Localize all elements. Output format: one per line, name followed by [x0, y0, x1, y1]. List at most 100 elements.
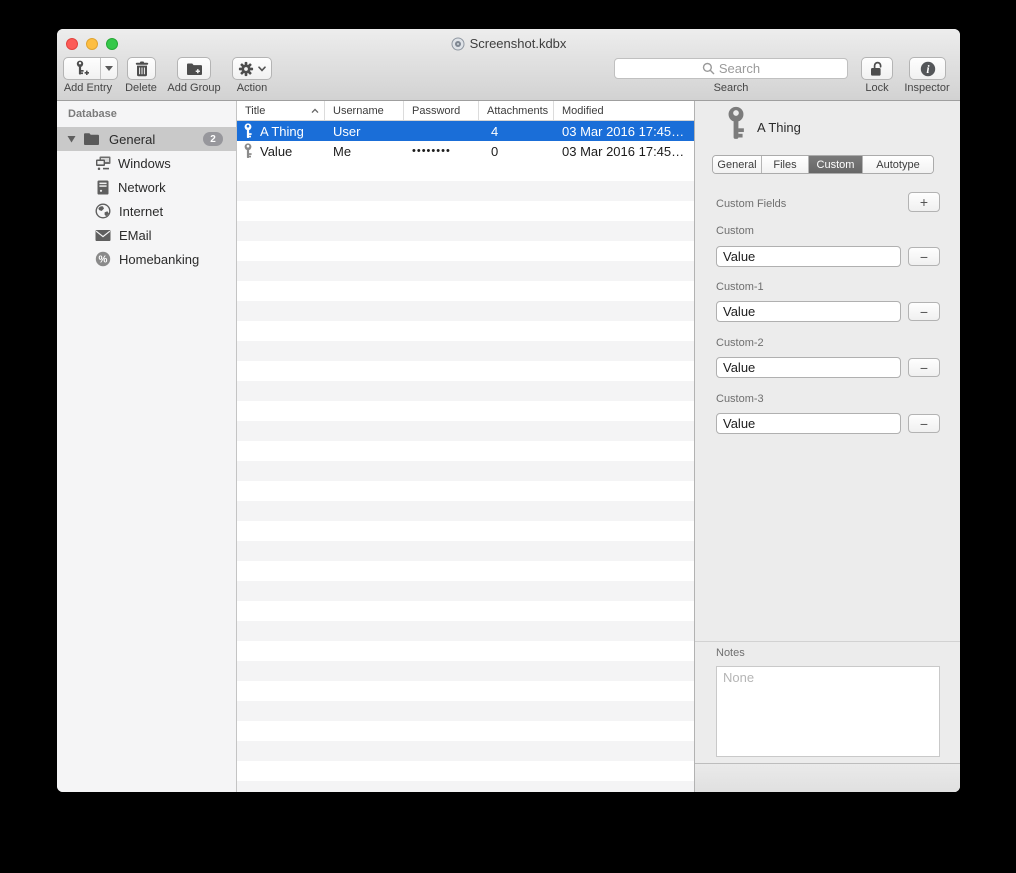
search-placeholder: Search [719, 61, 760, 76]
search-input[interactable]: Search [614, 58, 848, 79]
window-title: Screenshot.kdbx [470, 36, 567, 51]
key-icon [243, 123, 253, 139]
titlebar-toolbar: Screenshot.kdbx Add Entry Delete Add Gr [57, 29, 960, 101]
column-header-username[interactable]: Username [325, 101, 404, 120]
sidebar-item-label: General [109, 132, 155, 147]
folder-icon [83, 132, 100, 146]
search-icon [702, 62, 715, 75]
remove-custom-field-button[interactable]: − [908, 414, 940, 433]
table-empty-rows [237, 161, 694, 792]
lock-button[interactable] [861, 57, 893, 80]
search-label: Search [714, 82, 749, 94]
inspector-tabs: General Files Custom Autotype [712, 155, 934, 174]
entry-key-icon [725, 106, 747, 141]
key-plus-icon [74, 60, 91, 77]
table-row[interactable]: Value Me •••••••• 0 03 Mar 2016 17:45… [237, 141, 694, 161]
inspector-entry-title: A Thing [757, 120, 801, 135]
app-window: Screenshot.kdbx Add Entry Delete Add Gr [57, 29, 960, 792]
sidebar-item-label: EMail [119, 228, 152, 243]
table-header: Title Username Password Attachments Modi… [237, 101, 694, 121]
custom-field-input[interactable] [716, 301, 901, 322]
inspector-label: Inspector [904, 82, 949, 94]
sidebar-item-network[interactable]: Network [57, 175, 236, 199]
action-label: Action [237, 82, 268, 94]
entry-username: User [325, 121, 404, 141]
column-header-modified[interactable]: Modified [554, 101, 694, 120]
sidebar-item-label: Homebanking [119, 252, 199, 267]
add-group-label: Add Group [167, 82, 220, 94]
entry-title: Value [260, 144, 292, 159]
entry-password [404, 121, 479, 141]
sidebar-header: Database [68, 108, 117, 120]
delete-button[interactable] [127, 57, 156, 80]
sidebar-item-email[interactable]: EMail [57, 223, 236, 247]
sidebar-item-label: Windows [118, 156, 171, 171]
add-group-button[interactable] [177, 57, 211, 80]
disclosure-triangle-icon[interactable] [67, 135, 76, 143]
envelope-icon [95, 229, 111, 242]
action-button[interactable] [232, 57, 272, 80]
add-entry-label: Add Entry [64, 82, 112, 94]
lock-open-icon [870, 61, 884, 77]
custom-field-input[interactable] [716, 246, 901, 267]
sidebar-item-general[interactable]: General 2 [57, 127, 236, 151]
tab-files[interactable]: Files [762, 156, 809, 173]
custom-field-input[interactable] [716, 413, 901, 434]
tab-autotype[interactable]: Autotype [863, 156, 933, 173]
lock-label: Lock [865, 82, 888, 94]
custom-field-label: Custom-1 [716, 281, 764, 293]
divider [695, 641, 960, 642]
table-row[interactable]: A Thing User 4 03 Mar 2016 17:45… [237, 121, 694, 141]
trash-icon [135, 61, 149, 77]
gear-icon [238, 61, 254, 77]
sidebar-item-label: Network [118, 180, 166, 195]
inspector-panel: A Thing General Files Custom Autotype Cu… [695, 101, 960, 792]
entry-password: •••••••• [404, 141, 479, 161]
add-custom-field-button[interactable]: + [908, 192, 940, 212]
server-icon [96, 180, 110, 195]
custom-field-input[interactable] [716, 357, 901, 378]
entry-attachments: 0 [479, 141, 554, 161]
key-icon [243, 143, 253, 159]
chevron-down-icon [258, 66, 266, 72]
column-header-password[interactable]: Password [404, 101, 479, 120]
remove-custom-field-button[interactable]: − [908, 302, 940, 321]
sidebar-item-windows[interactable]: Windows [57, 151, 236, 175]
entry-modified: 03 Mar 2016 17:45… [554, 141, 694, 161]
notes-heading: Notes [716, 647, 745, 659]
inspector-footer [695, 763, 960, 792]
entry-table: Title Username Password Attachments Modi… [237, 101, 695, 792]
sort-ascending-icon [311, 108, 319, 114]
custom-field-label: Custom-2 [716, 337, 764, 349]
windows-network-icon [95, 156, 111, 171]
sidebar-item-homebanking[interactable]: % Homebanking [57, 247, 236, 271]
add-entry-button[interactable] [63, 57, 118, 80]
info-icon: i [920, 61, 936, 77]
entry-title: A Thing [260, 124, 304, 139]
entry-attachments: 4 [479, 121, 554, 141]
remove-custom-field-button[interactable]: − [908, 247, 940, 266]
column-header-title[interactable]: Title [237, 101, 325, 120]
globe-icon [95, 203, 111, 219]
custom-field-label: Custom-3 [716, 393, 764, 405]
entry-username: Me [325, 141, 404, 161]
sidebar-item-label: Internet [119, 204, 163, 219]
remove-custom-field-button[interactable]: − [908, 358, 940, 377]
delete-label: Delete [125, 82, 157, 94]
folder-plus-icon [186, 62, 203, 76]
entry-modified: 03 Mar 2016 17:45… [554, 121, 694, 141]
sidebar-item-internet[interactable]: Internet [57, 199, 236, 223]
inspector-button[interactable]: i [909, 57, 946, 80]
sidebar: Database General 2 Windows [57, 101, 237, 792]
custom-fields-heading: Custom Fields [716, 198, 786, 210]
notes-textarea[interactable] [716, 666, 940, 757]
tab-custom[interactable]: Custom [809, 156, 863, 173]
svg-text:%: % [99, 254, 108, 265]
entry-count-badge: 2 [203, 132, 223, 146]
add-entry-dropdown[interactable] [100, 58, 117, 79]
column-header-attachments[interactable]: Attachments [479, 101, 554, 120]
tab-general[interactable]: General [713, 156, 762, 173]
custom-field-label: Custom [716, 225, 754, 237]
percent-icon: % [95, 251, 111, 267]
dropdown-arrow-icon [105, 66, 113, 71]
